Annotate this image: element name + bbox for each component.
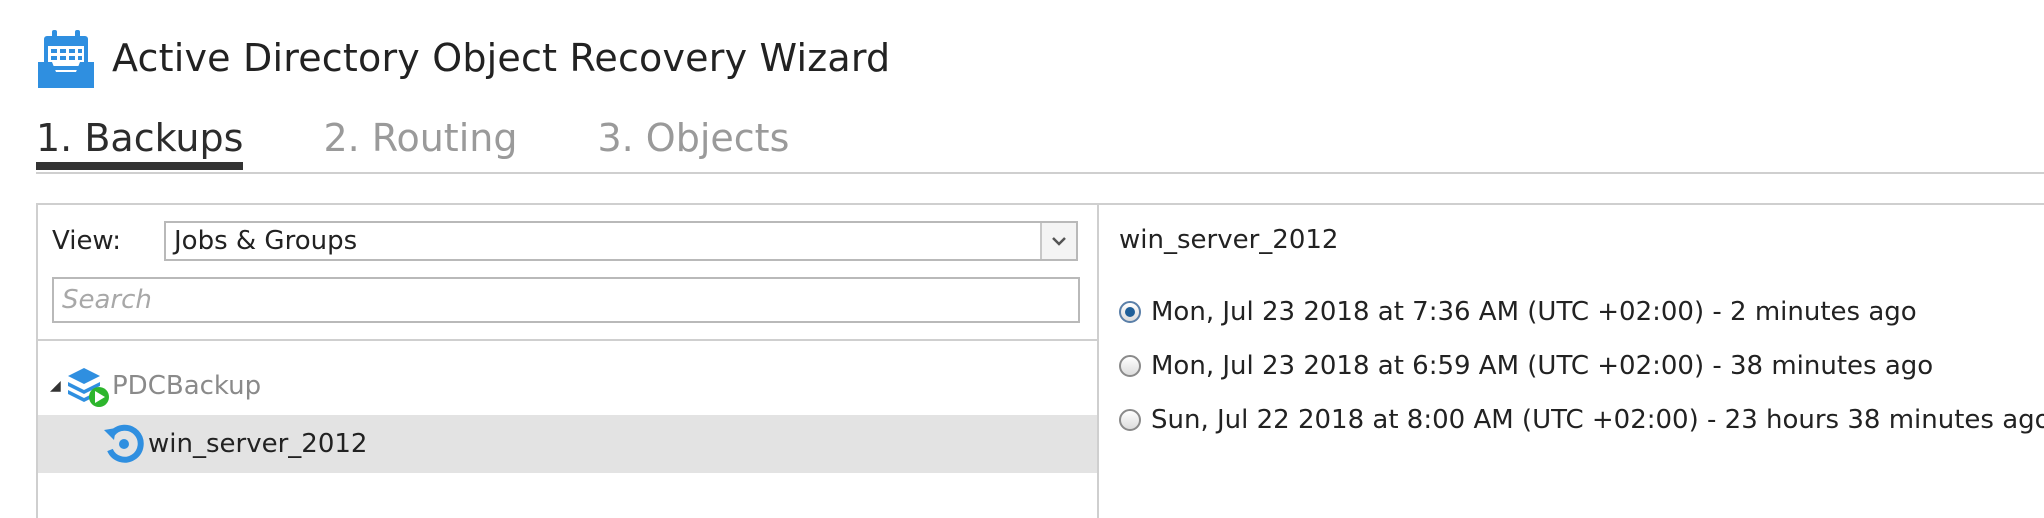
view-label: View: (52, 226, 122, 256)
restore-point-list: Mon, Jul 23 2018 at 7:36 AM (UTC +02:00)… (1119, 285, 2044, 447)
tree-divider (38, 339, 1097, 341)
wizard-window: Active Directory Object Recovery Wizard … (0, 0, 2044, 518)
tab-routing[interactable]: 2. Routing (323, 116, 517, 166)
restore-point-icon (104, 424, 144, 463)
calendar-inbox-icon (38, 30, 94, 88)
tree-node-label: PDCBackup (112, 371, 262, 401)
tree-node-label: win_server_2012 (148, 429, 368, 459)
backup-job-icon (68, 368, 109, 407)
restore-point-option[interactable]: Mon, Jul 23 2018 at 7:36 AM (UTC +02:00)… (1119, 285, 2044, 339)
tabs-divider (36, 172, 2044, 174)
tab-backups[interactable]: 1. Backups (36, 116, 244, 170)
restore-point-label: Mon, Jul 23 2018 at 6:59 AM (UTC +02:00)… (1151, 351, 1934, 381)
wizard-header: Active Directory Object Recovery Wizard (36, 26, 890, 90)
wizard-steps: 1. Backups 2. Routing 3. Objects (36, 116, 869, 170)
main-content: View: Jobs & Groups ◢ (36, 203, 2044, 518)
wizard-title: Active Directory Object Recovery Wizard (112, 36, 891, 80)
restore-point-option[interactable]: Sun, Jul 22 2018 at 8:00 AM (UTC +02:00)… (1119, 393, 2044, 447)
view-select-value: Jobs & Groups (174, 226, 358, 256)
restore-points-panel: win_server_2012 Mon, Jul 23 2018 at 7:36… (1099, 205, 2044, 518)
tree-node-pdcbackup[interactable]: ◢ PDCBackup (38, 357, 1097, 415)
restore-point-label: Mon, Jul 23 2018 at 7:36 AM (UTC +02:00)… (1151, 297, 1917, 327)
search-input[interactable] (52, 277, 1080, 323)
tab-objects[interactable]: 3. Objects (597, 116, 789, 166)
chevron-down-icon[interactable] (1040, 223, 1076, 259)
expand-triangle-icon[interactable]: ◢ (50, 378, 62, 394)
radio-button[interactable] (1119, 301, 1141, 323)
view-select[interactable]: Jobs & Groups (164, 221, 1078, 261)
restore-point-option[interactable]: Mon, Jul 23 2018 at 6:59 AM (UTC +02:00)… (1119, 339, 2044, 393)
tree-node-win-server[interactable]: win_server_2012 (38, 415, 1097, 473)
backups-tree-panel: View: Jobs & Groups ◢ (38, 205, 1099, 518)
view-row: View: Jobs & Groups (52, 221, 1078, 261)
radio-button[interactable] (1119, 409, 1141, 431)
selected-backup-title: win_server_2012 (1119, 225, 1339, 255)
restore-point-label: Sun, Jul 22 2018 at 8:00 AM (UTC +02:00)… (1151, 405, 2044, 435)
radio-button[interactable] (1119, 355, 1141, 377)
